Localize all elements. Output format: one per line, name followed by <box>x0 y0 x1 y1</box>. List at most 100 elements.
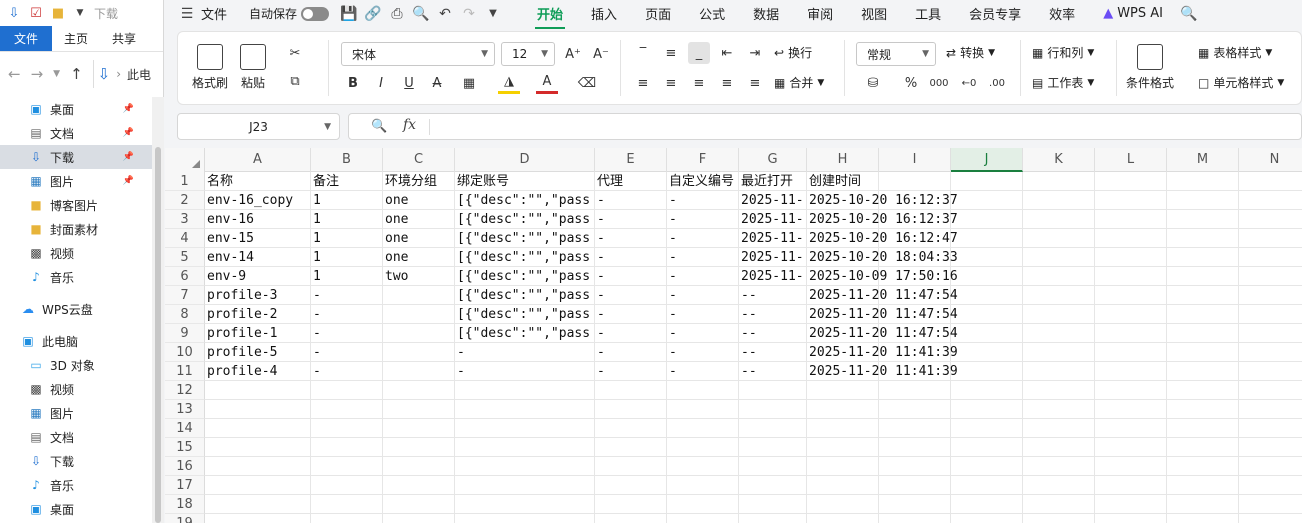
up-arrow-icon[interactable]: ↑ <box>70 65 83 83</box>
download-arrow-icon[interactable]: ⇩ <box>6 5 22 21</box>
cell[interactable] <box>383 324 455 343</box>
nav-item[interactable]: ▭ 3D 对象 <box>0 353 152 377</box>
column-header[interactable]: F <box>667 148 739 172</box>
cell[interactable]: 1 <box>311 229 383 248</box>
underline-icon[interactable]: U <box>398 72 420 94</box>
cell[interactable]: - <box>311 362 383 381</box>
cell[interactable]: -- <box>739 343 807 362</box>
cell-style-button[interactable]: □ 单元格样式 ▼ <box>1198 74 1284 91</box>
row-header[interactable]: 11 <box>165 362 205 381</box>
column-header[interactable]: H <box>807 148 879 172</box>
cell[interactable]: two <box>383 267 455 286</box>
row-header[interactable]: 5 <box>165 248 205 267</box>
column-header[interactable]: C <box>383 148 455 172</box>
column-header[interactable]: M <box>1167 148 1239 172</box>
bold-icon[interactable]: B <box>342 72 364 94</box>
align-right-icon[interactable]: ≡ <box>688 72 710 94</box>
nav-item[interactable]: ▤ 文档 <box>0 425 152 449</box>
tab-view[interactable]: 视图 <box>847 4 901 23</box>
cell[interactable]: - <box>595 324 667 343</box>
cell[interactable]: - <box>667 267 739 286</box>
nav-item[interactable]: ▣ 桌面 <box>0 497 152 521</box>
strikethrough-icon[interactable]: A <box>426 72 448 94</box>
nav-item[interactable]: ☁ WPS云盘 <box>0 297 152 321</box>
cell[interactable] <box>383 362 455 381</box>
name-box[interactable]: J23 ▼ <box>177 113 340 140</box>
more-dropdown-icon[interactable]: ▼ <box>481 2 505 26</box>
italic-icon[interactable]: I <box>370 72 392 94</box>
cell[interactable]: - <box>595 248 667 267</box>
nav-item[interactable]: ■ 封面素材 <box>0 217 152 241</box>
cell[interactable]: - <box>595 191 667 210</box>
number-format-select[interactable]: 常规 ▼ <box>856 42 936 66</box>
percent-icon[interactable]: % <box>900 72 922 94</box>
column-header[interactable]: B <box>311 148 383 172</box>
cell[interactable]: one <box>383 191 455 210</box>
cell[interactable]: [{"desc":"","pass <box>455 305 595 324</box>
cell[interactable]: [{"desc":"","pass <box>455 210 595 229</box>
nav-item[interactable]: ▣ 桌面 📌 <box>0 97 152 121</box>
cell[interactable]: - <box>595 229 667 248</box>
cell[interactable]: 2025-10-09 17:50:16 <box>807 267 1023 286</box>
cell[interactable]: - <box>667 248 739 267</box>
redo-icon[interactable]: ↷ <box>457 2 481 26</box>
column-header[interactable]: E <box>595 148 667 172</box>
cell[interactable]: one <box>383 248 455 267</box>
cell[interactable]: 2025-11-20 11:47:54 <box>807 324 1023 343</box>
cell[interactable]: - <box>667 305 739 324</box>
properties-icon[interactable]: ☑ <box>28 5 44 21</box>
cell[interactable]: -- <box>739 324 807 343</box>
tab-home-start[interactable]: 开始 <box>523 4 577 29</box>
table-style-button[interactable]: ▦ 表格样式 ▼ <box>1198 44 1272 61</box>
cell[interactable]: - <box>311 343 383 362</box>
cell[interactable]: profile-4 <box>205 362 311 381</box>
undo-icon[interactable]: ↶ <box>433 2 457 26</box>
tab-home[interactable]: 主页 <box>52 26 100 51</box>
font-size-select[interactable]: 12 ▼ <box>501 42 555 66</box>
cell[interactable]: 2025-10-20 16:12:37 <box>807 210 1023 229</box>
cell[interactable]: - <box>595 362 667 381</box>
merge-button[interactable]: ▦ 合并 ▼ <box>774 74 824 91</box>
row-header[interactable]: 16 <box>165 457 205 476</box>
spreadsheet-grid[interactable]: ABCDEFGHIJKLMN 1 2 3 4 5 6 7 8 9 10 11 12 13 14 15 16 17… <box>165 148 1302 523</box>
cell[interactable] <box>383 286 455 305</box>
cell[interactable]: [{"desc":"","pass <box>455 248 595 267</box>
autosave-toggle[interactable] <box>301 6 330 21</box>
cell[interactable]: profile-1 <box>205 324 311 343</box>
cell[interactable]: 最近打开 <box>739 172 807 191</box>
cell[interactable]: - <box>595 286 667 305</box>
cell[interactable] <box>383 305 455 324</box>
cell[interactable]: env-9 <box>205 267 311 286</box>
row-header[interactable]: 12 <box>165 381 205 400</box>
cell[interactable]: - <box>595 305 667 324</box>
forward-arrow-icon[interactable]: → <box>31 65 44 83</box>
row-header[interactable]: 17 <box>165 476 205 495</box>
cell[interactable]: 2025-10-20 16:12:37 <box>807 191 1023 210</box>
wps-ai-button[interactable]: ▲ WPS AI <box>1089 6 1177 21</box>
cell[interactable]: - <box>667 191 739 210</box>
cell[interactable]: - <box>667 343 739 362</box>
quick-access-dropdown-icon[interactable]: ▼ <box>72 5 88 21</box>
rows-cols-button[interactable]: ▦ 行和列 ▼ <box>1032 44 1094 61</box>
cell[interactable]: 2025-11- <box>739 267 807 286</box>
column-header[interactable]: L <box>1095 148 1167 172</box>
select-all-corner[interactable] <box>165 148 205 172</box>
format-painter-button[interactable]: 格式刷 <box>192 44 228 91</box>
cell[interactable]: 创建时间 <box>807 172 879 191</box>
cell[interactable]: [{"desc":"","pass <box>455 324 595 343</box>
row-header[interactable]: 6 <box>165 267 205 286</box>
align-center-icon[interactable]: ≡ <box>660 72 682 94</box>
new-folder-icon[interactable]: ■ <box>50 5 66 21</box>
cell[interactable] <box>383 343 455 362</box>
column-header[interactable]: G <box>739 148 807 172</box>
cell[interactable]: 自定义编号 <box>667 172 739 191</box>
cell[interactable]: 2025-11-20 11:47:54 <box>807 305 1023 324</box>
nav-item[interactable]: ▣ 此电脑 <box>0 329 152 353</box>
distributed-icon[interactable]: ≡ <box>744 72 766 94</box>
tab-page[interactable]: 页面 <box>631 4 685 23</box>
justify-icon[interactable]: ≡ <box>716 72 738 94</box>
row-header[interactable]: 19 <box>165 514 205 523</box>
cell[interactable]: 2025-11- <box>739 229 807 248</box>
decrease-decimal-icon[interactable]: .00 <box>986 72 1008 94</box>
zoom-search-icon[interactable]: 🔍 <box>371 119 387 134</box>
